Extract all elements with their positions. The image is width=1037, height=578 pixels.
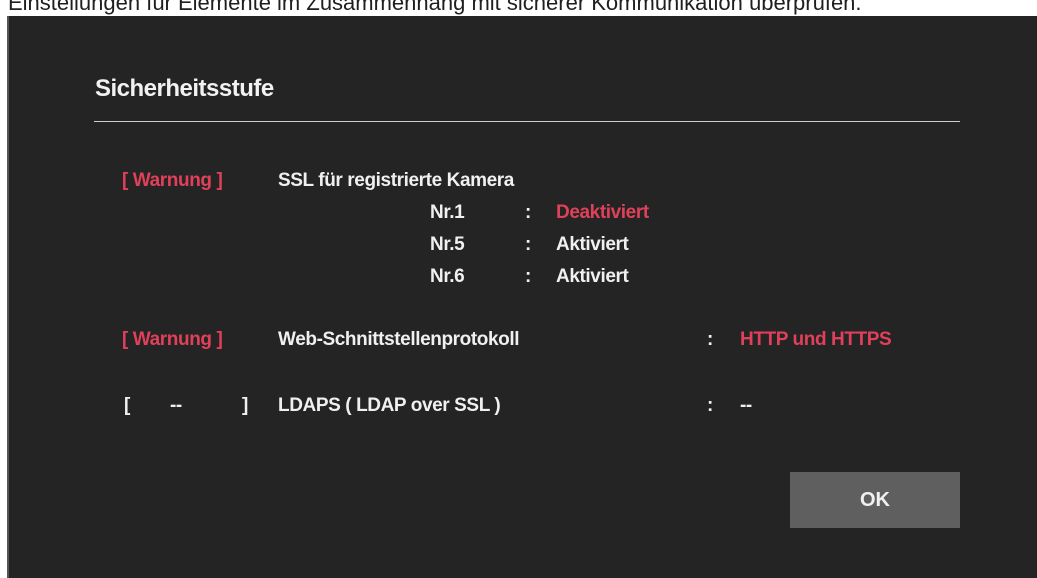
ldaps-tag-status: -- xyxy=(170,395,182,416)
camera-5-ssl-status: Aktiviert xyxy=(556,234,629,255)
dialog-title: Sicherheitsstufe xyxy=(95,75,274,102)
web-protocol-value: HTTP und HTTPS xyxy=(740,329,892,350)
ldaps-separator: : xyxy=(707,395,713,416)
camera-6-id: Nr.6 xyxy=(430,266,465,287)
web-protocol-separator: : xyxy=(707,329,713,350)
security-level-dialog: Sicherheitsstufe [ Warnung ] SSL für reg… xyxy=(7,16,1037,578)
ldaps-value: -- xyxy=(740,395,752,416)
camera-1-ssl-status: Deaktiviert xyxy=(556,202,649,223)
camera-1-separator: : xyxy=(525,202,531,223)
web-protocol-warning-tag: [ Warnung ] xyxy=(122,329,223,350)
camera-5-separator: : xyxy=(525,234,531,255)
web-protocol-label: Web-Schnittstellenprotokoll xyxy=(278,329,520,350)
ldaps-tag-close: ] xyxy=(242,395,248,416)
camera-6-ssl-status: Aktiviert xyxy=(556,266,629,287)
ssl-camera-label: SSL für registrierte Kamera xyxy=(278,170,514,191)
camera-6-separator: : xyxy=(525,266,531,287)
top-instruction-text: Einstellungen für Elemente im Zusammenha… xyxy=(8,0,862,15)
ldaps-tag-open: [ xyxy=(124,395,130,416)
camera-1-id: Nr.1 xyxy=(430,202,465,223)
ok-button[interactable]: OK xyxy=(790,472,960,528)
ldaps-label: LDAPS ( LDAP over SSL ) xyxy=(278,395,501,416)
ssl-camera-warning-tag: [ Warnung ] xyxy=(122,170,223,191)
title-divider xyxy=(94,121,960,122)
camera-5-id: Nr.5 xyxy=(430,234,465,255)
